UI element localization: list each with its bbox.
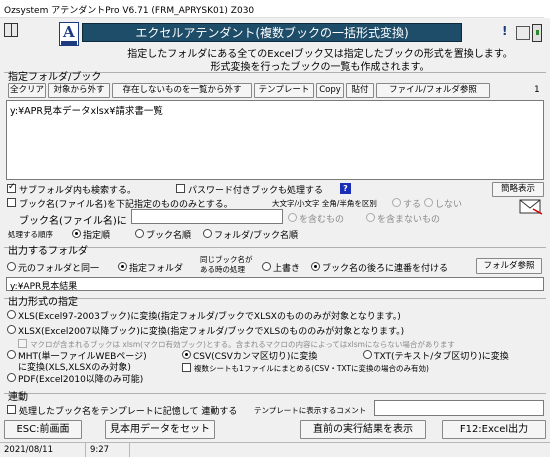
order-specified-radio[interactable] [72, 229, 81, 238]
status-bar: 2021/08/11 9:27 [0, 442, 550, 457]
last-result-button[interactable]: 直前の実行結果を表示 [300, 420, 426, 439]
xlsx-label: XLSX(Excel2007以降ブック)に変換(指定フォルダ/ブックでXLSのも… [18, 327, 405, 337]
specified-folder-label: 指定フォルダ [129, 264, 184, 274]
description-line-2: 形式変換を行ったブックの一覧も作成されます。 [210, 62, 430, 73]
simple-view-button[interactable]: 簡略表示 [492, 182, 544, 197]
xlsx-radio[interactable] [7, 325, 16, 334]
filter-name-checkbox[interactable] [7, 198, 16, 207]
target-list[interactable]: y:¥APR見本データxlsx¥請求書一覧 [6, 100, 544, 180]
overwrite-radio[interactable] [262, 262, 271, 271]
same-folder-radio[interactable] [7, 262, 16, 271]
csv-radio[interactable] [182, 350, 191, 359]
macro-checkbox[interactable] [18, 339, 27, 348]
record-template-checkbox[interactable] [7, 405, 16, 414]
header-tools: ! [500, 22, 546, 44]
record-template-label: 処理したブック名をテンプレートに記憶して 連動する [19, 407, 238, 417]
logo-bar [61, 41, 77, 45]
book-icon[interactable] [516, 26, 530, 40]
order-folder-book-radio[interactable] [203, 229, 212, 238]
file-folder-browse-button[interactable]: ファイル/フォルダ参照 [376, 83, 490, 98]
remove-missing-button[interactable]: 存在しないものを一覧から外す [112, 83, 252, 98]
output-path-input[interactable]: y:¥APR見本結果 [6, 277, 544, 292]
order-specified-label: 指定順 [83, 231, 111, 241]
template-button[interactable]: テンプレート [254, 83, 314, 98]
window-controls[interactable] [544, 0, 550, 18]
esc-back-button[interactable]: ESC:前画面 [4, 420, 82, 439]
folder-section-label: 指定フォルダ/ブック [8, 72, 102, 83]
exit-door-icon[interactable] [532, 24, 542, 42]
multi-sheet-checkbox[interactable] [182, 363, 191, 372]
xls-radio[interactable] [7, 310, 16, 319]
subfolder-checkbox[interactable] [7, 182, 16, 193]
txt-radio[interactable] [363, 350, 372, 359]
help-icon[interactable]: ? [340, 183, 351, 194]
order-bookname-radio[interactable] [135, 229, 144, 238]
xls-label: XLS(Excel97-2003ブック)に変換(指定フォルダ/ブックでXLSXの… [18, 312, 401, 322]
comment-input[interactable] [374, 400, 544, 416]
subfolder-label: サブフォルダ内も検索する。 [19, 186, 137, 196]
order-folder-book-label: フォルダ/ブック名順 [214, 231, 299, 241]
exclamation-icon[interactable]: ! [502, 24, 512, 40]
csv-label: CSV(CSVカンマ区切り)に変換 [193, 352, 318, 362]
same-folder-label: 元のフォルダと同一 [18, 264, 100, 274]
folder-browse-button[interactable]: フォルダ参照 [476, 258, 542, 274]
pdf-radio[interactable] [7, 373, 16, 382]
logo-letter-icon: A [63, 23, 75, 41]
format-label: 出力形式の指定 [8, 297, 78, 308]
mht-radio[interactable] [7, 350, 16, 359]
f12-excel-output-button[interactable]: F12:Excel出力 [442, 420, 546, 439]
specified-folder-radio[interactable] [118, 262, 127, 271]
not-contains-label: を含まないもの [377, 215, 441, 225]
sample-data-button[interactable]: 見本用データをセット [105, 420, 215, 439]
title-bar: Ozsystem アテンダントPro V6.71 (FRM_APRYSK01) … [0, 0, 550, 18]
exclude-button[interactable]: 対象から外す [48, 83, 110, 98]
case-no-radio[interactable] [424, 198, 433, 207]
link-label: 連動 [8, 392, 28, 403]
copy-button[interactable]: Copy [316, 83, 344, 98]
manual-book-icon[interactable] [4, 23, 18, 37]
order-bookname-label: ブック名順 [146, 231, 192, 241]
comment-label: テンプレートに表示するコメント [254, 406, 367, 415]
mail-icon[interactable] [519, 199, 543, 215]
book-name-label: ブック名(ファイル名)に [19, 216, 127, 227]
case-yes-label: する [403, 200, 422, 210]
password-checkbox[interactable] [176, 184, 185, 193]
contains-radio[interactable] [288, 213, 297, 222]
case-no-label: しない [435, 200, 463, 210]
pdf-label: PDF(Excel2010以降のみ可能) [18, 375, 144, 385]
same-name-note-2: ある時の処理 [200, 265, 245, 274]
divider [4, 393, 546, 394]
txt-label: TXT(テキスト/タブ区切り)に変換 [374, 352, 509, 362]
append-serial-radio[interactable] [311, 262, 320, 271]
book-name-input[interactable] [131, 209, 283, 224]
status-time: 9:27 [86, 443, 130, 457]
multi-sheet-label: 複数シートも1ファイルにまとめる(CSV・TXTに変換の場合のみ有効) [194, 364, 429, 373]
item-count: 1 [534, 85, 540, 95]
output-folder-label: 出力するフォルダ [8, 246, 88, 257]
case-yes-radio[interactable] [392, 198, 401, 207]
contains-label: を含むもの [299, 215, 345, 225]
page-title-banner: エクセルアテンダント(複数ブックの一括形式変換) [82, 23, 462, 42]
not-contains-radio[interactable] [366, 213, 375, 222]
append-serial-label: ブック名の後ろに連番を付ける [322, 264, 449, 274]
clear-all-button[interactable]: 全クリア [8, 83, 46, 98]
order-label: 処理する順序 [8, 230, 53, 239]
status-date: 2021/08/11 [0, 443, 86, 457]
paste-button[interactable]: 貼付 [346, 83, 374, 98]
password-label: パスワード付きブックも処理する [188, 186, 324, 196]
app-logo: A [59, 22, 79, 46]
overwrite-label: 上書き [273, 264, 301, 274]
window-title: Ozsystem アテンダントPro V6.71 (FRM_APRYSK01) … [4, 6, 255, 16]
list-item[interactable]: y:¥APR見本データxlsx¥請求書一覧 [10, 103, 540, 117]
divider [4, 298, 546, 299]
case-label: 大文字/小文字 全角/半角を区別 [272, 199, 377, 208]
